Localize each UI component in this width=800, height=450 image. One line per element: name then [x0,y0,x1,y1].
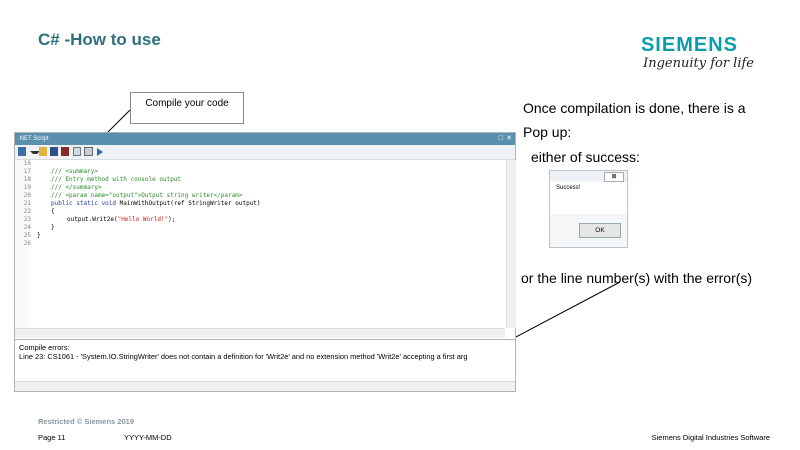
footer-page: Page 11 [38,433,66,442]
close-icon[interactable]: ⊠ [604,172,624,182]
save-as-icon[interactable] [61,147,69,156]
window-title: .NET Script [18,136,49,142]
line-number: 19 [23,184,31,191]
line-number: 18 [23,176,31,183]
success-dialog: ⊠ Success! OK [549,170,628,248]
code-call: output.Writ2e( [67,216,118,223]
new-file-icon[interactable] [18,147,26,156]
code-line-22: { [51,208,55,215]
window-titlebar: .NET Script □ ✕ [15,133,515,145]
footer-restricted: Restricted © Siemens 2019 [38,417,134,426]
maximize-button[interactable]: □ [499,133,503,145]
explanation-line-4: or the line number(s) with the error(s) [521,270,753,286]
code-signature: MainWithOutput(ref StringWriter output) [116,200,261,207]
code-line-17: /// <summary> [51,168,98,175]
code-call-end: ); [168,216,176,223]
line-gutter: 16 17 18 19 20 21 22 23 24 25 26 [15,160,31,328]
explanation-line-3: either of success: [531,149,640,165]
compile-icon[interactable] [84,147,93,156]
line-number: 17 [23,168,31,175]
compile-output-panel: Compile errors: Line 23: CS1061 - 'Syste… [15,339,515,391]
footer-company: Siemens Digital Industries Software [651,433,770,442]
explanation-line-2: Pop up: [523,124,572,140]
line-number: 26 [23,240,31,247]
code-line-25: } [37,232,41,239]
output-error-line: Line 23: CS1061 - 'System.IO.StringWrite… [19,352,468,361]
code-string: "Hello World!" [117,216,169,223]
line-number: 22 [23,208,31,215]
footer-date: YYYY-MM-DD [124,433,172,442]
explanation-line-1: Once compilation is done, there is a [523,100,746,116]
line-number: 24 [23,224,31,231]
code-line-19: /// </summary> [51,184,102,191]
editor-vertical-scrollbar[interactable] [506,160,516,328]
run-icon[interactable] [97,148,103,156]
toolbar [15,145,515,160]
dialog-titlebar: ⊠ [550,171,627,182]
line-number: 16 [23,160,31,167]
close-button[interactable]: ✕ [506,133,512,145]
output-header: Compile errors: [19,343,70,352]
net-script-window: .NET Script □ ✕ 16 17 18 19 20 21 22 23 … [14,132,516,392]
line-number: 23 [23,216,31,223]
line-number: 25 [23,232,31,239]
code-keyword: public static void [51,200,117,207]
save-icon[interactable] [50,147,58,156]
code-line-18: /// Entry method with console output [51,176,182,183]
properties-icon[interactable] [73,147,81,156]
open-folder-icon[interactable] [39,147,47,156]
ok-button[interactable]: OK [579,223,621,238]
line-number: 21 [23,200,31,207]
editor-horizontal-scrollbar[interactable] [15,328,505,338]
code-line-21: public static void MainWithOutput(ref St… [51,200,261,208]
line-number: 20 [23,192,31,199]
output-horizontal-scrollbar[interactable] [15,381,515,391]
code-editor[interactable]: 16 17 18 19 20 21 22 23 24 25 26 /// <su… [15,160,505,328]
dialog-message: Success! [556,185,581,191]
code-line-24: } [51,224,55,231]
code-line-20: /// <param name="output">Output string w… [51,192,243,199]
code-line-23: output.Writ2e("Hello World!"); [67,216,175,224]
